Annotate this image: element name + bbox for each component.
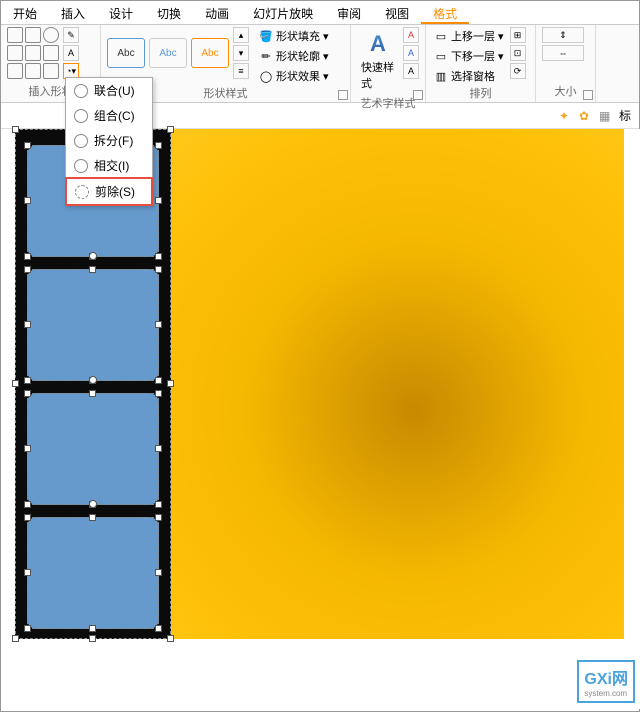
shape-effects-button[interactable]: ◯形状效果▾ (257, 67, 331, 85)
selection-pane-icon: ▥ (434, 69, 448, 83)
shape-style-launcher[interactable] (338, 90, 348, 100)
bring-forward-button[interactable]: ▭上移一层▾ (432, 27, 506, 45)
group-button[interactable]: ⊡ (510, 45, 526, 61)
slide-canvas[interactable]: GXi网 system.com (1, 129, 640, 709)
group-size: ⇕ ⇔ 大小 (536, 25, 596, 102)
merge-subtract[interactable]: 剪除(S) (65, 177, 153, 206)
ribbon-tabs: 开始 插入 设计 切换 动画 幻灯片放映 审阅 视图 格式 (1, 1, 639, 25)
shape-gallery[interactable] (7, 27, 59, 79)
merge-intersect[interactable]: 相交(I) (66, 153, 152, 178)
tab-animation[interactable]: 动画 (193, 1, 241, 24)
tab-insert[interactable]: 插入 (49, 1, 97, 24)
paint-bucket-icon: 🪣 (259, 29, 273, 43)
merge-fragment[interactable]: 拆分(F) (66, 128, 152, 153)
combine-icon (74, 109, 88, 123)
align-button[interactable]: ⊞ (510, 27, 526, 43)
effects-icon: ◯ (259, 69, 273, 83)
edit-shape-button[interactable]: ✎ (63, 27, 79, 43)
shape-style-3[interactable]: Abc (191, 38, 229, 68)
tab-slideshow[interactable]: 幻灯片放映 (241, 1, 325, 24)
film-cell-2[interactable] (27, 269, 159, 381)
intersect-icon (74, 159, 88, 173)
rotate-button[interactable]: ⟳ (510, 63, 526, 79)
group-label-wordart: 艺术字样式 (357, 95, 419, 112)
tab-review[interactable]: 审阅 (325, 1, 373, 24)
wordart-icon: A (370, 31, 386, 57)
quick-style-button[interactable]: A 快速样式 (357, 27, 399, 95)
fragment-icon (74, 134, 88, 148)
send-backward-icon: ▭ (434, 49, 448, 63)
outline-icon: ✏ (259, 49, 273, 63)
union-icon (74, 84, 88, 98)
group-arrange: ▭上移一层▾ ▭下移一层▾ ▥选择窗格 ⊞ ⊡ ⟳ 排列 (426, 25, 536, 102)
tag-label[interactable]: 标 (619, 107, 631, 124)
wordart-launcher[interactable] (413, 90, 423, 100)
send-backward-button[interactable]: ▭下移一层▾ (432, 47, 506, 65)
shape-fill-button[interactable]: 🪣形状填充▾ (257, 27, 331, 45)
subtract-icon (75, 185, 89, 199)
selection-pane-button[interactable]: ▥选择窗格 (432, 67, 506, 85)
height-input[interactable]: ⇕ (542, 27, 584, 43)
gear-icon[interactable]: ✿ (579, 109, 593, 123)
film-cell-4[interactable] (27, 517, 159, 629)
tab-format[interactable]: 格式 (421, 1, 469, 24)
star-icon[interactable]: ✦ (559, 109, 573, 123)
tab-transition[interactable]: 切换 (145, 1, 193, 24)
tab-design[interactable]: 设计 (97, 1, 145, 24)
merge-shapes-menu: 联合(U) 组合(C) 拆分(F) 相交(I) 剪除(S) (65, 77, 153, 206)
grid-icon[interactable]: ▦ (599, 109, 613, 123)
style-gallery-scroll[interactable]: ▴▾≡ (233, 27, 249, 79)
tab-view[interactable]: 视图 (373, 1, 421, 24)
text-fill-button[interactable]: A (403, 27, 419, 43)
merge-union[interactable]: 联合(U) (66, 78, 152, 103)
group-label-size: 大小 (542, 83, 589, 100)
group-label-arrange: 排列 (432, 85, 529, 102)
merge-combine[interactable]: 组合(C) (66, 103, 152, 128)
shape-style-2[interactable]: Abc (149, 38, 187, 68)
shape-style-1[interactable]: Abc (107, 38, 145, 68)
width-input[interactable]: ⇔ (542, 45, 584, 61)
group-wordart-style: A 快速样式 A A A 艺术字样式 (351, 25, 426, 102)
tab-home[interactable]: 开始 (1, 1, 49, 24)
bring-forward-icon: ▭ (434, 29, 448, 43)
text-effects-button[interactable]: A (403, 63, 419, 79)
text-box-button[interactable]: A (63, 45, 79, 61)
shape-outline-button[interactable]: ✏形状轮廓▾ (257, 47, 331, 65)
text-outline-button[interactable]: A (403, 45, 419, 61)
watermark: GXi网 system.com (577, 660, 635, 703)
size-launcher[interactable] (583, 90, 593, 100)
film-cell-3[interactable] (27, 393, 159, 505)
